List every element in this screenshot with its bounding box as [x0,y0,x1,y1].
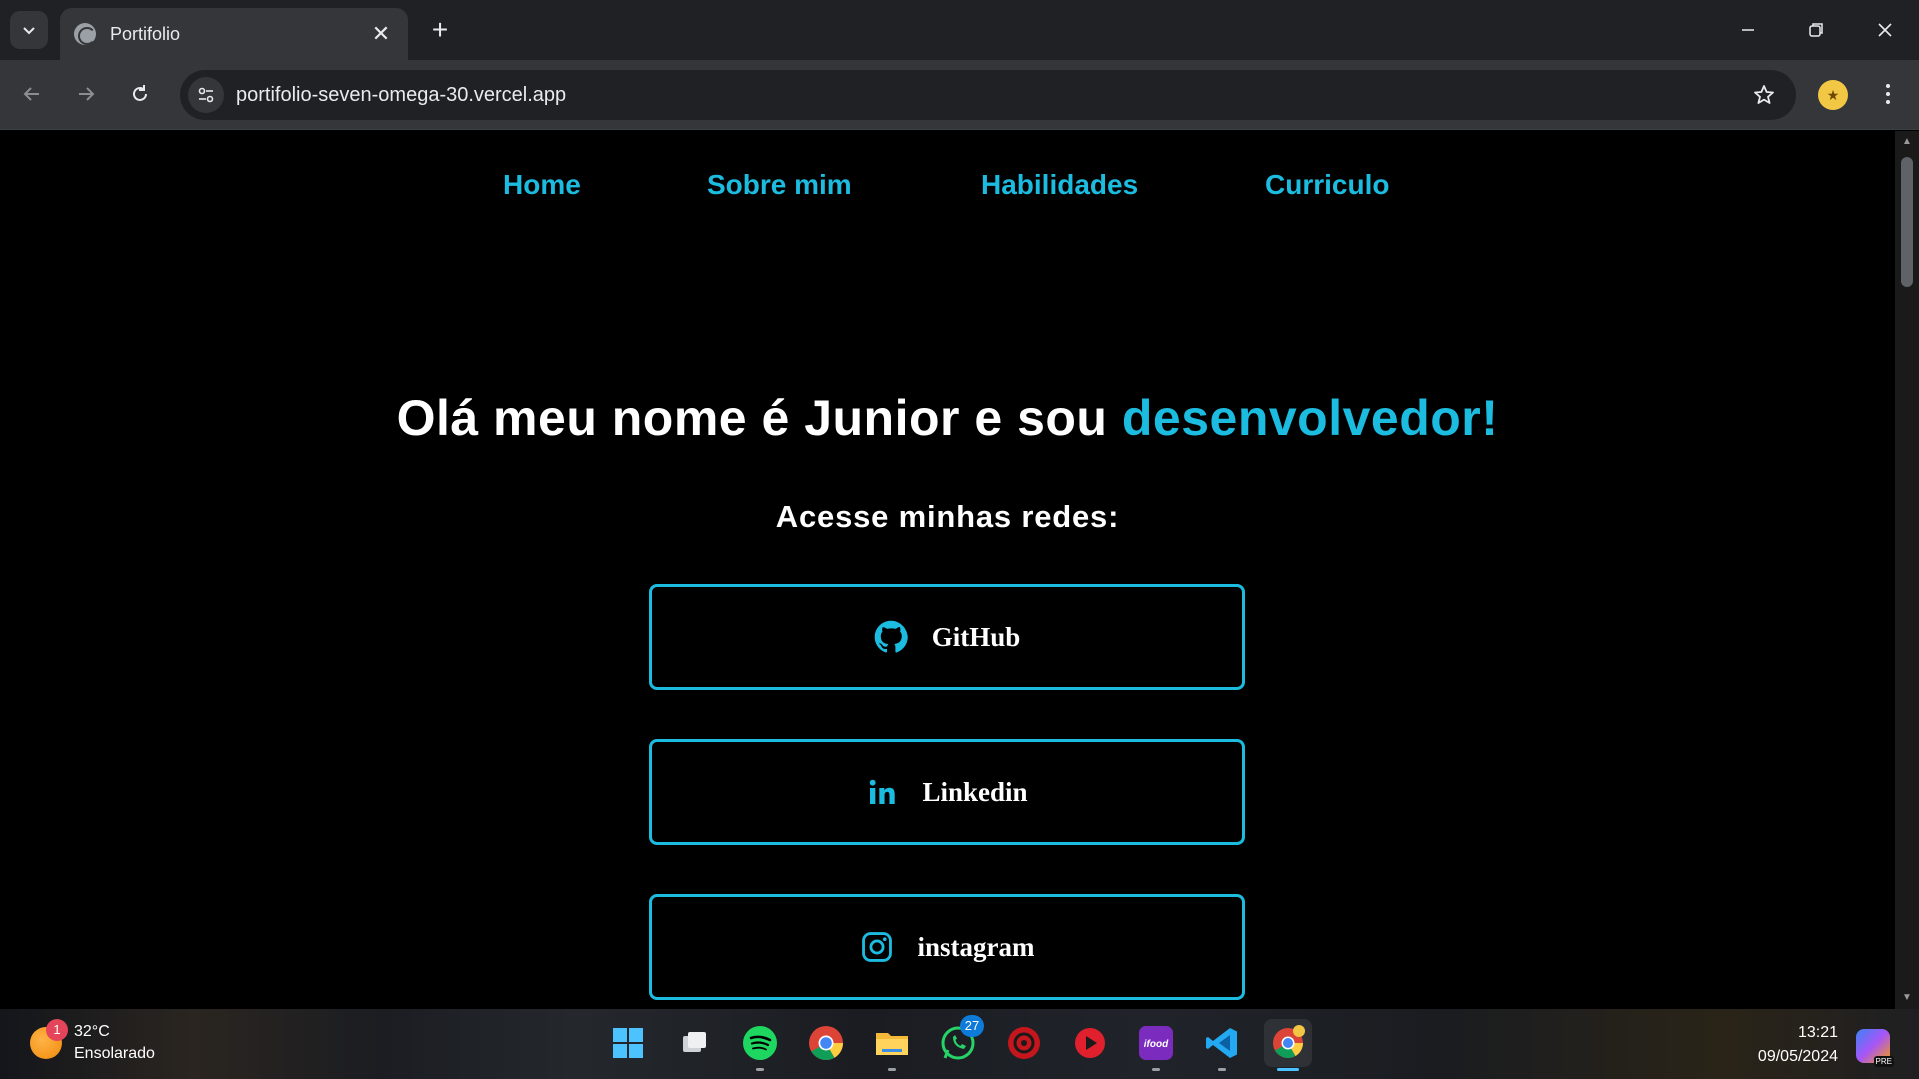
system-clock[interactable]: 13:21 09/05/2024 [1718,1021,1838,1069]
vscode-app[interactable] [1198,1019,1246,1071]
chrome-profile-icon [1273,1025,1305,1059]
nav-home-link[interactable]: Home [503,169,581,201]
windows-taskbar: 1 32°C Ensolarado 27 ifood 13:21 09/05/2… [0,1009,1919,1079]
browser-tab[interactable]: Portifolio ✕ [60,8,408,60]
site-info-button[interactable] [188,77,224,113]
spotify-icon [743,1026,777,1060]
sun-icon: 1 [30,1019,68,1059]
instagram-label: instagram [917,931,1035,962]
chevron-down-icon [23,27,35,35]
linkedin-button[interactable]: Linkedin [649,739,1245,845]
url-text[interactable]: portifolio-seven-omega-30.vercel.app [236,84,1744,107]
scroll-up-arrow[interactable]: ▲ [1895,133,1919,151]
tune-icon [198,87,214,103]
linkedin-label: Linkedin [922,776,1028,807]
new-tab-button[interactable]: + [422,12,458,48]
close-tab-icon[interactable]: ✕ [368,21,394,47]
scroll-down-arrow[interactable]: ▼ [1895,989,1919,1007]
youtube-app[interactable] [1066,1019,1114,1067]
restore-icon [1809,23,1823,37]
task-view-button[interactable] [670,1019,718,1067]
minimize-icon [1742,29,1754,31]
page-viewport: Home Sobre mim Habilidades Curriculo Olá… [0,131,1895,1009]
browser-menu-button[interactable] [1870,76,1906,112]
windows-icon [613,1028,643,1058]
ifood-app[interactable]: ifood [1132,1019,1180,1071]
close-icon [1878,23,1892,37]
github-label: GitHub [931,621,1021,652]
arrow-left-icon [23,87,39,101]
svg-text:ifood: ifood [1144,1039,1169,1050]
arrow-right-icon [79,87,95,101]
tab-title: Portifolio [110,23,181,44]
instagram-button[interactable]: instagram [649,894,1245,1000]
social-subtitle: Acesse minhas redes: [775,499,1120,534]
whatsapp-app[interactable]: 27 [934,1015,984,1067]
task-view-icon [683,1032,706,1052]
vscode-icon [1206,1028,1237,1058]
back-button[interactable] [12,74,52,114]
copilot-button[interactable]: PRE [1856,1029,1894,1067]
forward-button[interactable] [66,74,106,114]
linkedin-icon [866,776,898,808]
page-scrollbar[interactable]: ▲ ▼ [1895,131,1919,1009]
restore-button[interactable] [1782,0,1850,60]
shield-gear-icon [1008,1027,1040,1059]
weather-temperature: 32°C [74,1023,110,1040]
start-button[interactable] [604,1019,652,1067]
reload-icon [133,85,147,101]
play-icon [1075,1028,1105,1058]
chrome-app-pinned[interactable] [802,1019,850,1067]
scroll-thumb[interactable] [1901,157,1913,287]
whatsapp-badge: 27 [960,1015,984,1037]
nav-habilidades-link[interactable]: Habilidades [981,169,1138,201]
browser-toolbar: portifolio-seven-omega-30.vercel.app ★ [0,60,1919,130]
tab-search-button[interactable] [10,11,48,49]
ifood-icon: ifood [1139,1026,1173,1060]
address-bar[interactable]: portifolio-seven-omega-30.vercel.app [180,70,1796,120]
headline-main-text: Olá meu nome é Junior e sou [396,390,1122,446]
hero-headline: Olá meu nome é Junior e sou desenvolvedo… [0,389,1895,447]
headline-accent-text: desenvolvedor! [1121,390,1499,446]
bookmark-button[interactable] [1744,75,1784,115]
github-icon [874,620,908,654]
site-nav: Home Sobre mim Habilidades Curriculo [0,169,1895,209]
weather-description: Ensolarado [74,1045,155,1062]
profile-avatar[interactable]: ★ [1818,80,1848,110]
taskbar-apps: 27 ifood [604,1015,1312,1071]
folder-icon [876,1033,908,1055]
security-app[interactable] [1000,1019,1048,1067]
reload-button[interactable] [120,74,160,114]
close-window-button[interactable] [1851,0,1919,60]
copilot-pre-badge: PRE [1873,1056,1894,1067]
weather-widget[interactable]: 1 32°C Ensolarado [30,1019,155,1065]
file-explorer-app[interactable] [868,1019,916,1071]
clock-time: 13:21 [1797,1024,1838,1041]
browser-tab-bar: Portifolio ✕ + [0,0,1919,60]
minimize-button[interactable] [1714,0,1782,60]
spotify-app[interactable] [736,1019,784,1071]
clock-date: 09/05/2024 [1757,1048,1838,1065]
instagram-icon [860,930,894,964]
weather-badge: 1 [46,1019,68,1041]
github-button[interactable]: GitHub [649,584,1245,690]
nav-sobre-mim-link[interactable]: Sobre mim [707,169,852,201]
chrome-icon [809,1026,843,1060]
chrome-app-active[interactable] [1264,1019,1312,1071]
nav-curriculo-link[interactable]: Curriculo [1265,169,1389,201]
star-icon [1754,85,1774,104]
globe-icon [74,23,96,45]
